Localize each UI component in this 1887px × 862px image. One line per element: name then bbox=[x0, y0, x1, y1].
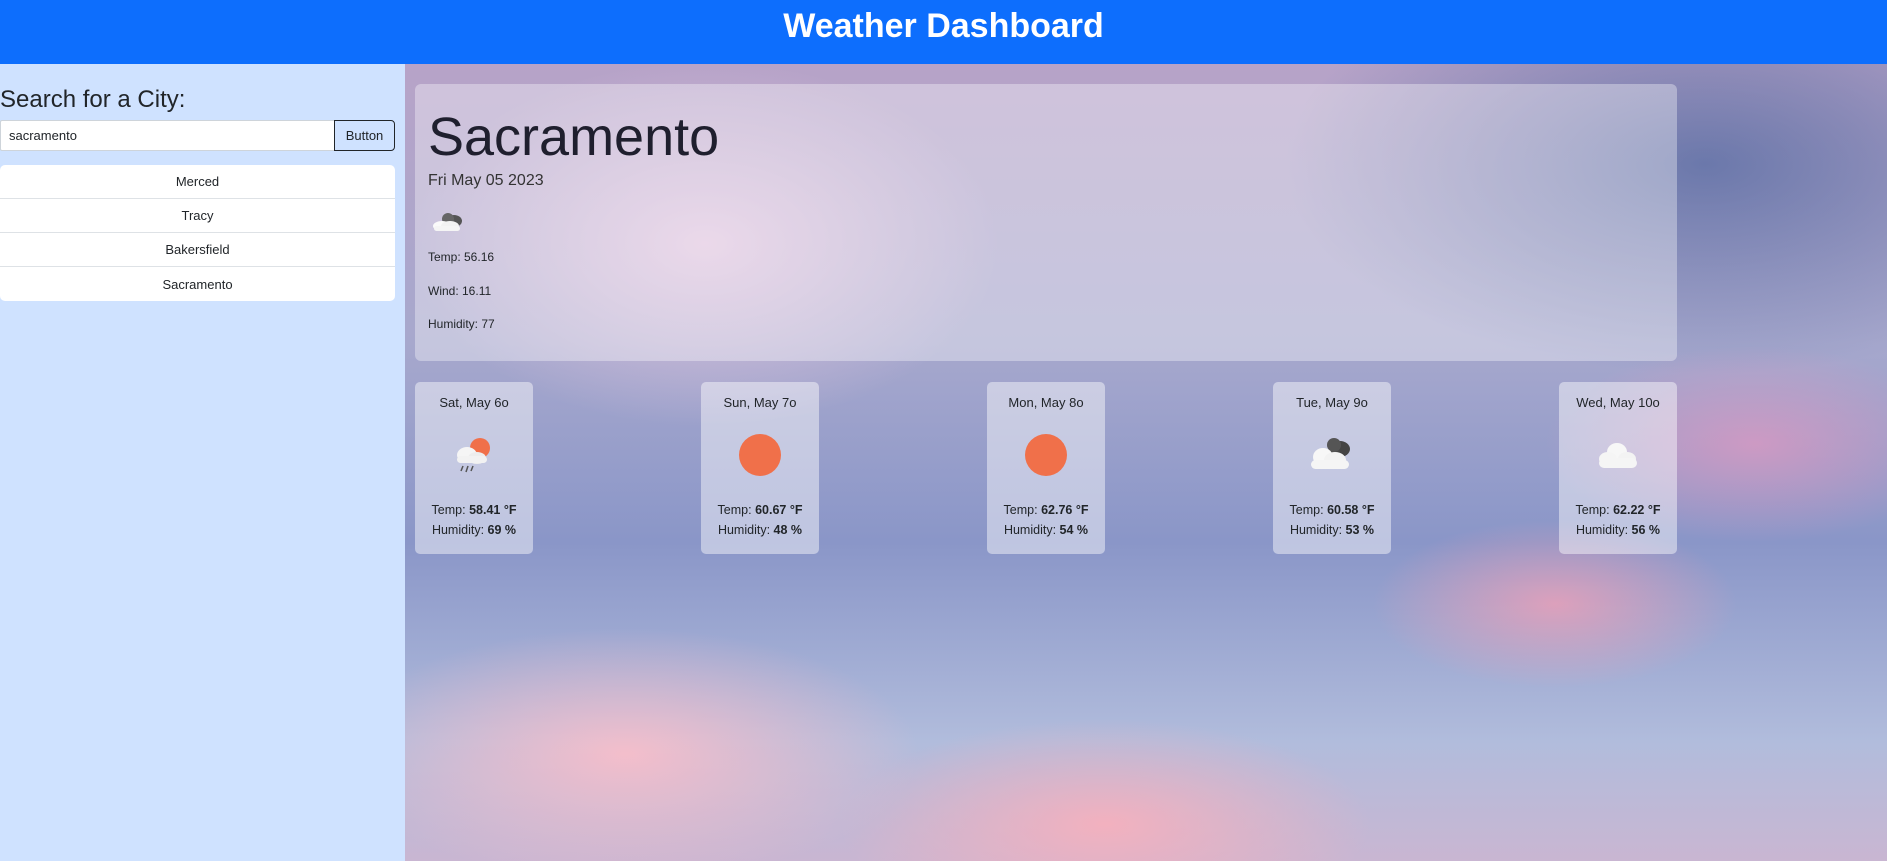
forecast-day: Sat, May 6o bbox=[439, 395, 509, 410]
history-item-tracy[interactable]: Tracy bbox=[0, 199, 395, 233]
search-title: Search for a City: bbox=[0, 86, 186, 113]
forecast-day: Tue, May 9o bbox=[1296, 395, 1368, 410]
city-name: Sacramento bbox=[428, 107, 720, 167]
forecast-humidity: Humidity: 53 % bbox=[1289, 523, 1375, 537]
forecast-card: Tue, May 9o Temp: 60.58 °F Humidity: 53 … bbox=[1273, 382, 1391, 554]
forecast-temp: Temp: 62.22 °F bbox=[1575, 503, 1661, 517]
history-item-bakersfield[interactable]: Bakersfield bbox=[0, 233, 395, 267]
history-item-merced[interactable]: Merced bbox=[0, 165, 395, 199]
forecast-humidity: Humidity: 56 % bbox=[1575, 523, 1661, 537]
forecast-day: Wed, May 10o bbox=[1576, 395, 1660, 410]
main-panel: Sacramento Fri May 05 2023 Temp: 56.16 W… bbox=[405, 64, 1887, 861]
search-row: Button bbox=[0, 120, 395, 151]
search-input[interactable] bbox=[0, 120, 334, 151]
sun-icon bbox=[1025, 434, 1067, 476]
forecast-humidity: Humidity: 48 % bbox=[717, 523, 803, 537]
forecast-humidity: Humidity: 54 % bbox=[1003, 523, 1089, 537]
dark-clouds-icon bbox=[1311, 438, 1350, 469]
sun-icon bbox=[739, 434, 781, 476]
forecast-temp: Temp: 60.67 °F bbox=[717, 503, 803, 517]
cloud-dark-icon bbox=[433, 213, 462, 231]
sidebar: Search for a City: Button Merced Tracy B… bbox=[0, 64, 405, 861]
forecast-temp: Temp: 58.41 °F bbox=[431, 503, 517, 517]
app-header: Weather Dashboard bbox=[0, 0, 1887, 64]
forecast-card: Sat, May 6o Temp: 58.41 °F Humidity: 69 … bbox=[415, 382, 533, 554]
current-temp: Temp: 56.16 bbox=[428, 250, 495, 264]
current-wind: Wind: 16.11 bbox=[428, 284, 492, 298]
forecast-card: Wed, May 10o Temp: 62.22 °F Humidity: 56… bbox=[1559, 382, 1677, 554]
forecast-card: Mon, May 8o Temp: 62.76 °F Humidity: 54 … bbox=[987, 382, 1105, 554]
rain-sun-icon bbox=[457, 438, 490, 473]
search-button[interactable]: Button bbox=[334, 120, 395, 151]
history-item-sacramento[interactable]: Sacramento bbox=[0, 267, 395, 301]
forecast-day: Sun, May 7o bbox=[723, 395, 797, 410]
page-title: Weather Dashboard bbox=[783, 6, 1104, 45]
forecast-temp: Temp: 60.58 °F bbox=[1289, 503, 1375, 517]
forecast-card: Sun, May 7o Temp: 60.67 °F Humidity: 48 … bbox=[701, 382, 819, 554]
current-weather-card: Sacramento Fri May 05 2023 Temp: 56.16 W… bbox=[415, 84, 1677, 361]
cloud-icon bbox=[1599, 443, 1637, 468]
current-humidity: Humidity: 77 bbox=[428, 317, 495, 331]
history-list: Merced Tracy Bakersfield Sacramento bbox=[0, 165, 395, 301]
forecast-day: Mon, May 8o bbox=[1008, 395, 1084, 410]
current-date: Fri May 05 2023 bbox=[428, 172, 544, 189]
forecast-humidity: Humidity: 69 % bbox=[431, 523, 517, 537]
forecast-temp: Temp: 62.76 °F bbox=[1003, 503, 1089, 517]
